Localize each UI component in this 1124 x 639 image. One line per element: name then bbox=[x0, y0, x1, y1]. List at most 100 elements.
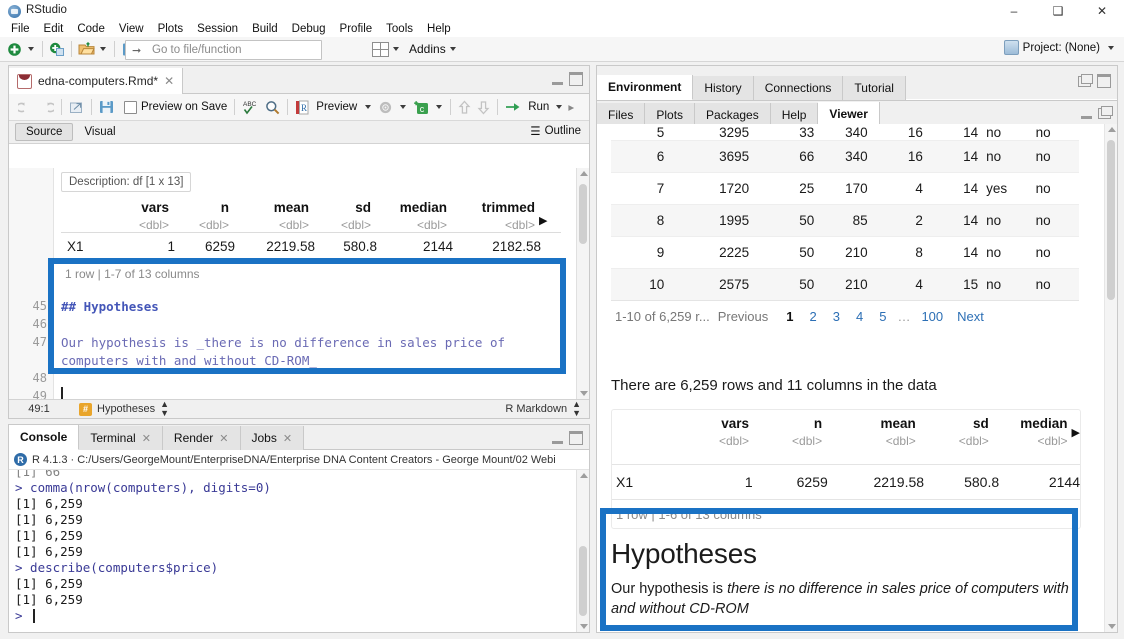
open-file-icon[interactable] bbox=[76, 39, 96, 59]
source-tab-edna-computers[interactable]: edna-computers.Rmd* ✕ bbox=[9, 68, 184, 94]
scroll-up-arrow-icon[interactable] bbox=[580, 171, 588, 176]
pagination-previous[interactable]: Previous bbox=[718, 309, 769, 324]
viewer-scroll-up-icon[interactable] bbox=[1108, 127, 1116, 132]
magnifier-icon[interactable] bbox=[262, 97, 283, 117]
new-file-icon[interactable] bbox=[4, 39, 24, 59]
addins-dropdown-icon[interactable] bbox=[449, 47, 456, 51]
gear-dropdown-icon[interactable] bbox=[400, 105, 407, 109]
tab-history[interactable]: History bbox=[693, 76, 754, 100]
tab-jobs[interactable]: Jobs ✕ bbox=[240, 426, 305, 450]
document-type-selector[interactable]: R Markdown ▲ ▼ bbox=[505, 400, 581, 418]
pagination-next[interactable]: Next bbox=[951, 309, 992, 324]
new-file-dropdown-icon[interactable] bbox=[28, 47, 34, 51]
menu-item-profile[interactable]: Profile bbox=[333, 22, 380, 36]
insert-chunk-dropdown-icon[interactable] bbox=[436, 105, 443, 109]
minimize-button[interactable]: – bbox=[992, 0, 1036, 22]
gear-icon[interactable] bbox=[375, 97, 396, 117]
run-label[interactable]: Run bbox=[525, 97, 552, 117]
doctype-updown-icon[interactable]: ▲ ▼ bbox=[572, 400, 581, 418]
open-file-dropdown-icon[interactable] bbox=[100, 47, 106, 51]
tab-environment[interactable]: Environment bbox=[597, 75, 694, 100]
tab-terminal-close-icon[interactable]: ✕ bbox=[142, 432, 151, 445]
console-scrollbar[interactable] bbox=[576, 470, 589, 632]
maximize-button[interactable]: ❑ bbox=[1036, 0, 1080, 22]
maximize-pane-icon[interactable] bbox=[569, 72, 583, 86]
editor-scroll-thumb[interactable] bbox=[579, 184, 587, 244]
viewer-scroll-thumb[interactable] bbox=[1107, 140, 1115, 300]
workbench-panes-icon[interactable] bbox=[372, 41, 389, 57]
mode-visual-button[interactable]: Visual bbox=[73, 123, 126, 141]
console-scroll-down-icon[interactable] bbox=[580, 624, 588, 629]
tab-render[interactable]: Render ✕ bbox=[162, 426, 241, 450]
code-editor[interactable]: Description: df [1 x 13] vars <dbl> n <dbl… bbox=[9, 168, 589, 399]
console-scroll-up-icon[interactable] bbox=[580, 473, 588, 478]
tab-terminal[interactable]: Terminal ✕ bbox=[79, 426, 163, 450]
console-scroll-thumb[interactable] bbox=[579, 546, 587, 616]
menu-item-file[interactable]: File bbox=[4, 22, 37, 36]
new-project-icon[interactable] bbox=[47, 39, 67, 59]
preview-label[interactable]: Preview bbox=[312, 97, 361, 117]
tab-console[interactable]: Console bbox=[9, 425, 80, 450]
run-dropdown-icon[interactable] bbox=[556, 105, 563, 109]
menu-item-session[interactable]: Session bbox=[190, 22, 245, 36]
close-button[interactable]: ✕ bbox=[1080, 0, 1124, 22]
pagination-page-5[interactable]: 5 bbox=[871, 309, 894, 324]
maximize-console-icon[interactable] bbox=[569, 431, 583, 445]
maximize-environment-icon[interactable] bbox=[1097, 74, 1111, 88]
menu-item-help[interactable]: Help bbox=[420, 22, 458, 36]
tab-render-close-icon[interactable]: ✕ bbox=[219, 432, 228, 445]
restore-environment-icon[interactable] bbox=[1078, 73, 1093, 87]
menu-item-view[interactable]: View bbox=[112, 22, 151, 36]
section-updown-icon[interactable]: ▲ ▼ bbox=[160, 400, 169, 418]
menu-item-code[interactable]: Code bbox=[70, 22, 112, 36]
editor-scrollbar[interactable] bbox=[576, 168, 589, 399]
menu-item-debug[interactable]: Debug bbox=[285, 22, 333, 36]
viewer-next-columns-icon[interactable]: ▶ bbox=[1072, 426, 1080, 439]
tab-tutorial[interactable]: Tutorial bbox=[843, 76, 906, 100]
pagination-page-2[interactable]: 2 bbox=[802, 309, 825, 324]
forward-arrow-icon[interactable] bbox=[36, 97, 57, 117]
preview-dropdown-icon[interactable] bbox=[365, 105, 372, 109]
pagination-page-4[interactable]: 4 bbox=[848, 309, 871, 324]
project-dropdown-icon[interactable] bbox=[1108, 45, 1114, 50]
run-icon[interactable] bbox=[502, 97, 525, 117]
pagination-page-3[interactable]: 3 bbox=[825, 309, 848, 324]
console-output[interactable]: [1] 66 > comma(nrow(computers), digits=0… bbox=[9, 470, 589, 632]
pagination-last-page[interactable]: 100 bbox=[913, 309, 951, 324]
menu-item-build[interactable]: Build bbox=[245, 22, 285, 36]
project-selector[interactable]: Project: (None) bbox=[1003, 40, 1118, 55]
scroll-down-arrow-icon[interactable] bbox=[580, 391, 588, 396]
menu-item-plots[interactable]: Plots bbox=[151, 22, 191, 36]
viewer-scroll-down-icon[interactable] bbox=[1108, 624, 1116, 629]
summary-next-columns-icon[interactable]: ▶ bbox=[539, 214, 547, 227]
menu-item-tools[interactable]: Tools bbox=[379, 22, 420, 36]
save-document-icon[interactable] bbox=[96, 97, 117, 117]
source-tab-close-icon[interactable]: ✕ bbox=[164, 74, 174, 88]
minimize-pane-icon[interactable] bbox=[552, 73, 563, 85]
chunk-down-icon[interactable] bbox=[474, 97, 493, 117]
minimize-console-icon[interactable] bbox=[552, 432, 563, 444]
viewer-scrollbar[interactable] bbox=[1104, 124, 1117, 632]
tab-jobs-close-icon[interactable]: ✕ bbox=[283, 432, 292, 445]
addins-label[interactable]: Addins bbox=[409, 42, 446, 56]
document-section-selector[interactable]: # Hypotheses ▲ ▼ bbox=[79, 400, 169, 418]
minimize-viewer-icon[interactable] bbox=[1081, 107, 1092, 119]
outline-button[interactable]: ☰ Outline bbox=[530, 124, 581, 138]
menu-item-edit[interactable]: Edit bbox=[37, 22, 71, 36]
knit-r-icon[interactable]: R bbox=[292, 97, 312, 117]
back-arrow-icon[interactable] bbox=[15, 97, 36, 117]
pagination-page-1[interactable]: 1 bbox=[778, 309, 801, 324]
chunk-up-icon[interactable] bbox=[455, 97, 474, 117]
restore-viewer-icon[interactable] bbox=[1098, 105, 1113, 119]
insert-chunk-icon[interactable]: c bbox=[410, 97, 432, 117]
checkbox-box[interactable] bbox=[124, 100, 137, 114]
source-popout-icon[interactable] bbox=[66, 97, 87, 117]
go-to-file-input[interactable]: ➞ Go to file/function bbox=[125, 40, 322, 60]
mode-source-button[interactable]: Source bbox=[15, 123, 74, 141]
source-toolbar-overflow-icon[interactable]: ▸ bbox=[566, 97, 576, 117]
panes-dropdown-icon[interactable] bbox=[393, 47, 399, 51]
abc-check-icon[interactable]: ABC bbox=[239, 97, 262, 117]
viewer-content[interactable]: 5 3295 33 340 16 14 no no 6 3695 66 340 … bbox=[597, 124, 1117, 632]
tab-connections[interactable]: Connections bbox=[753, 76, 844, 100]
preview-on-save-checkbox[interactable]: Preview on Save bbox=[121, 97, 230, 117]
